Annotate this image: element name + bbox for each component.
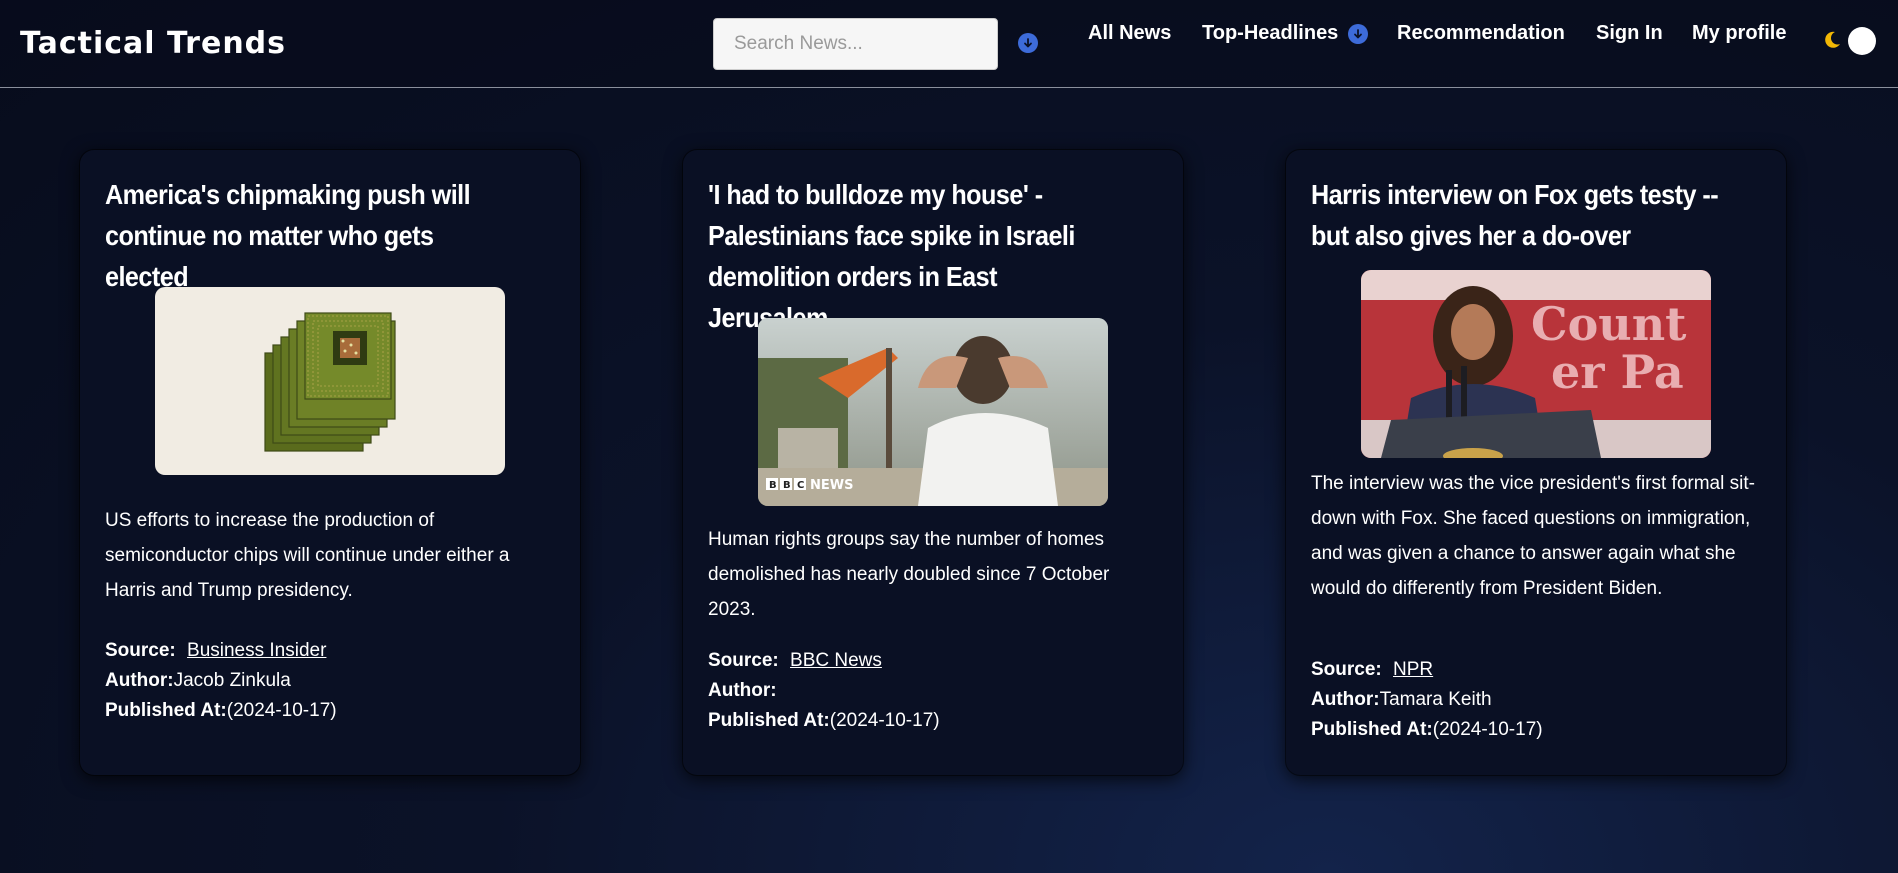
author-label: Author: — [1311, 689, 1380, 710]
navbar: Tactical Trends All News Top-Headlines R… — [0, 0, 1898, 88]
published-date: (2024-10-17) — [226, 700, 337, 721]
news-card[interactable]: America's chipmaking push will continue … — [80, 150, 580, 775]
search-input[interactable] — [713, 18, 998, 70]
source-label: Source: — [105, 640, 176, 661]
toggle-knob — [1848, 27, 1876, 55]
nav-sign-in[interactable]: Sign In — [1596, 22, 1663, 45]
news-card[interactable]: Harris interview on Fox gets testy -- bu… — [1286, 150, 1786, 775]
published-label: Published At: — [105, 700, 227, 721]
news-card[interactable]: 'I had to bulldoze my house' - Palestini… — [683, 150, 1183, 775]
nav-recommendation[interactable]: Recommendation — [1397, 22, 1565, 45]
card-meta: Source: Business Insider Author:Jacob Zi… — [105, 636, 555, 726]
published-date: (2024-10-17) — [1432, 719, 1543, 740]
card-meta: Source: NPR Author:Tamara Keith Publishe… — [1311, 655, 1761, 745]
published-label: Published At: — [708, 710, 830, 731]
svg-text:Count: Count — [1531, 297, 1687, 351]
svg-text:C: C — [797, 480, 804, 491]
author-name: Tamara Keith — [1379, 689, 1492, 710]
svg-text:B: B — [783, 480, 791, 491]
published-label: Published At: — [1311, 719, 1433, 740]
nav-all-news[interactable]: All News — [1088, 22, 1171, 45]
source-link[interactable]: BBC News — [790, 650, 882, 671]
published-date: (2024-10-17) — [829, 710, 940, 731]
nav-top-headlines[interactable]: Top-Headlines — [1202, 22, 1338, 45]
card-image[interactable] — [155, 287, 505, 475]
theme-toggle[interactable] — [1818, 24, 1880, 58]
source-label: Source: — [1311, 659, 1382, 680]
moon-icon — [1825, 31, 1840, 48]
svg-text:NEWS: NEWS — [810, 478, 853, 493]
svg-text:B: B — [769, 480, 777, 491]
card-title[interactable]: America's chipmaking push will continue … — [105, 174, 519, 297]
svg-text:er Pa: er Pa — [1551, 345, 1684, 399]
arrow-down-circle-icon[interactable] — [1018, 33, 1038, 53]
card-meta: Source: BBC News Author: Published At:(2… — [708, 646, 1158, 736]
source-label: Source: — [708, 650, 779, 671]
chevron-down-icon[interactable] — [1348, 24, 1368, 44]
author-label: Author: — [708, 680, 777, 701]
author-label: Author: — [105, 670, 174, 691]
source-link[interactable]: NPR — [1393, 659, 1433, 680]
card-description: Human rights groups say the number of ho… — [708, 529, 1110, 620]
card-description: The interview was the vice president's f… — [1311, 473, 1755, 599]
card-image[interactable]: B B C NEWS — [758, 318, 1108, 506]
source-link[interactable]: Business Insider — [187, 640, 326, 661]
card-description: US efforts to increase the production of… — [105, 510, 510, 601]
brand-logo[interactable]: Tactical Trends — [20, 26, 286, 61]
card-title[interactable]: 'I had to bulldoze my house' - Palestini… — [708, 174, 1122, 338]
author-name: Jacob Zinkula — [173, 670, 291, 691]
card-image[interactable]: Count er Pa — [1361, 270, 1711, 458]
nav-my-profile[interactable]: My profile — [1692, 22, 1786, 45]
card-title[interactable]: Harris interview on Fox gets testy -- bu… — [1311, 174, 1725, 256]
